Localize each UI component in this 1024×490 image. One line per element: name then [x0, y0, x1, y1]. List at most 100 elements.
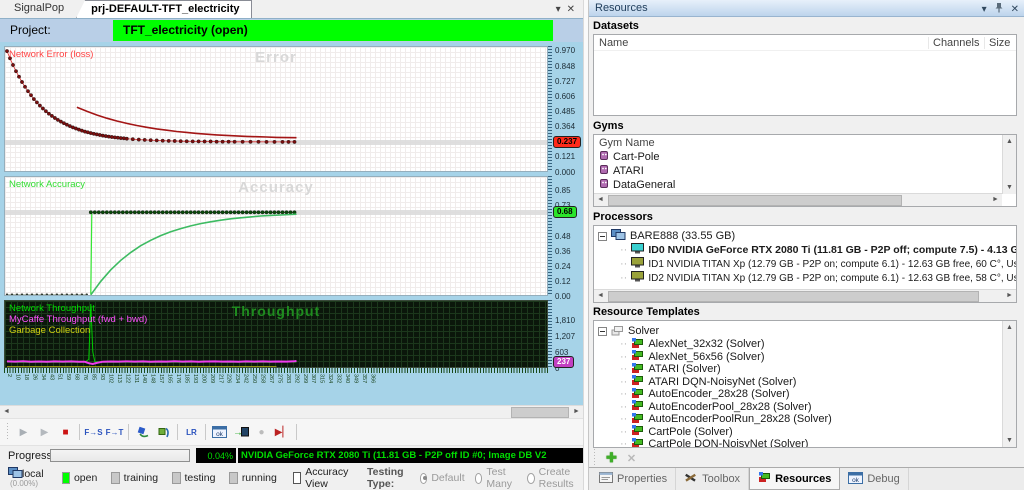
accuracy-samples-dot [100, 210, 105, 215]
pin-icon[interactable] [994, 2, 1004, 16]
forward-to-solver-button[interactable]: F→S [83, 422, 104, 442]
template-item[interactable]: ·· AlexNet_56x56 (Solver) [620, 350, 1016, 364]
scroll-left-icon[interactable]: ◄ [0, 406, 13, 418]
accuracy-samples-dot [96, 210, 101, 215]
datasets-col-size[interactable]: Size [984, 36, 1010, 49]
dialog-ok-button[interactable]: ok [209, 422, 230, 442]
forward-to-target-button[interactable]: F→T [104, 422, 125, 442]
open-display-button[interactable]: → [230, 422, 251, 442]
panel-tab-properties[interactable]: Properties [591, 468, 677, 490]
template-item[interactable]: ·· AutoEncoder_28x28 (Solver) [620, 387, 1016, 401]
template-item[interactable]: ·· AutoEncoderPoolRun_28x28 (Solver) [620, 412, 1016, 426]
template-item[interactable]: ·· CartPole DQN-NoisyNet (Solver) [620, 437, 1016, 447]
import-weights-button[interactable] [132, 422, 153, 442]
scroll-right-icon[interactable]: ► [570, 406, 583, 418]
collapse-icon[interactable] [598, 326, 607, 336]
processors-hscrollbar[interactable]: ◄ ► [594, 289, 1016, 302]
loss-samples-dot [232, 139, 237, 144]
accuracy-samples-dot [92, 210, 97, 215]
gyms-col-name[interactable]: Gym Name [594, 135, 1016, 150]
tab-signalpop[interactable]: SignalPop [0, 0, 76, 18]
scroll-left-icon[interactable]: ◄ [594, 290, 607, 302]
scrollbar-thumb[interactable] [608, 291, 980, 302]
loss-samples-dot [256, 139, 261, 144]
processor-root-node[interactable]: BARE888 (33.55 GB) [598, 228, 1016, 243]
accuracy-samples-dot [268, 210, 273, 215]
panel-tab-toolbox[interactable]: Toolbox [676, 468, 750, 490]
gyms-hscrollbar[interactable]: ◄ ► [594, 193, 1002, 206]
template-item[interactable]: ·· ATARI DQN-NoisyNet (Solver) [620, 375, 1016, 389]
gym-item-datageneral[interactable]: DataGeneral [594, 178, 1016, 192]
template-item-label: AutoEncoder_28x28 (Solver) [648, 388, 790, 401]
templates-vscrollbar[interactable]: ▲ ▼ [1002, 321, 1016, 447]
radio-test-many[interactable] [474, 472, 483, 484]
accuracy-samples-dot [172, 210, 177, 215]
chart-horizontal-scrollbar[interactable]: ◄ ► [0, 405, 583, 418]
panel-tab-debug[interactable]: ok Debug [840, 468, 909, 490]
tree-connector: ·· [620, 400, 628, 413]
template-item[interactable]: ·· AlexNet_32x32 (Solver) [620, 337, 1016, 351]
panel-close-icon[interactable]: ✕ [1011, 4, 1019, 15]
resources-titlebar: Resources ▾ ✕ [589, 0, 1024, 17]
cursor-step-button[interactable]: ▶ [34, 422, 55, 442]
gym-item-atari[interactable]: ATARI [594, 164, 1016, 178]
loss-samples-dot [20, 80, 24, 84]
scroll-up-icon[interactable]: ▲ [1003, 321, 1016, 334]
document-tabbar: SignalPop prj-DEFAULT-TFT_electricity ▾ … [0, 0, 583, 19]
gpu-node-id2[interactable]: ·· ID2 NVIDIA TITAN Xp (12.79 GB - P2P on… [620, 271, 1016, 285]
gpu-node-id0[interactable]: ·· ID0 NVIDIA GeForce RTX 2080 Ti (11.81 … [620, 243, 1016, 257]
template-item[interactable]: ·· AutoEncoderPool_28x28 (Solver) [620, 400, 1016, 414]
datasets-col-channels[interactable]: Channels [928, 36, 980, 49]
scroll-down-icon[interactable]: ▼ [1003, 181, 1016, 194]
current-value-badge: 237 [553, 355, 575, 368]
delete-template-button[interactable]: ✕ [627, 452, 636, 465]
template-item[interactable]: ·· ATARI (Solver) [620, 362, 1016, 376]
panel-dropdown-icon[interactable]: ▾ [982, 4, 987, 15]
progress-row: Progress: 0.04% NVIDIA GeForce RTX 2080 … [0, 446, 583, 466]
gyms-vscrollbar[interactable]: ▲ ▼ [1002, 135, 1016, 194]
radio-default[interactable] [419, 472, 428, 484]
template-item[interactable]: ·· CartPole (Solver) [620, 425, 1016, 439]
toolbar-grip[interactable] [592, 449, 597, 467]
tab-close-icon[interactable]: ✕ [567, 4, 575, 15]
error-chart: Error Network Error (loss) [4, 46, 548, 172]
x-tick-label: 10 [14, 374, 21, 381]
gyms-listview[interactable]: Gym Name Cart-Pole ATARI DataGeneral ▲ ▼ ◄… [593, 134, 1017, 207]
templates-treeview[interactable]: Solver ·· AlexNet_32x32 (Solver) ·· AlexNet… [593, 320, 1017, 448]
learning-rate-button[interactable]: LR [181, 422, 202, 442]
run-circle-button[interactable]: ● [251, 422, 272, 442]
scroll-right-icon[interactable]: ► [989, 194, 1002, 206]
processors-treeview[interactable]: BARE888 (33.55 GB) ·· ID0 NVIDIA GeForce … [593, 225, 1017, 303]
add-template-button[interactable]: ✚ [606, 450, 617, 466]
scrollbar-thumb[interactable] [511, 407, 569, 418]
toolbar-grip[interactable] [5, 423, 10, 441]
x-tick-label: 292 [293, 374, 300, 384]
panel-tab-resources[interactable]: Resources [749, 468, 841, 490]
template-root-node[interactable]: Solver [598, 324, 1016, 338]
gym-item-cart-pole[interactable]: Cart-Pole [594, 150, 1016, 164]
gpu-node-id1[interactable]: ·· ID1 NVIDIA TITAN Xp (12.79 GB - P2P on… [620, 257, 1016, 271]
export-weights-button[interactable] [153, 422, 174, 442]
loss-samples-dot [214, 139, 219, 144]
stop-button-glyph: ■ [62, 426, 69, 438]
tab-project[interactable]: prj-DEFAULT-TFT_electricity [76, 0, 253, 18]
run-button[interactable]: ▶ [13, 422, 34, 442]
stop-button[interactable]: ■ [55, 422, 76, 442]
radio-create-results[interactable] [526, 472, 535, 484]
loss-samples-dot [91, 131, 96, 136]
accuracy-zero-samples-dot [50, 293, 53, 295]
x-tick-label: 43 [48, 374, 55, 381]
accuracy-view-checkbox[interactable] [292, 472, 302, 484]
datasets-col-name[interactable]: Name [599, 37, 924, 49]
scrollbar-thumb[interactable] [608, 195, 902, 206]
collapse-icon[interactable] [598, 231, 607, 241]
tab-dropdown-icon[interactable]: ▾ [556, 4, 561, 15]
scroll-right-icon[interactable]: ► [1003, 290, 1016, 302]
x-tick-label: 332 [335, 374, 342, 384]
scroll-left-icon[interactable]: ◄ [594, 194, 607, 206]
x-tick-label: 234 [234, 374, 241, 384]
scroll-up-icon[interactable]: ▲ [1003, 135, 1016, 148]
datasets-listview[interactable]: Name Channels Size [593, 34, 1017, 116]
step-end-button[interactable]: ▶▏ [272, 422, 293, 442]
scroll-down-icon[interactable]: ▼ [1003, 434, 1016, 447]
